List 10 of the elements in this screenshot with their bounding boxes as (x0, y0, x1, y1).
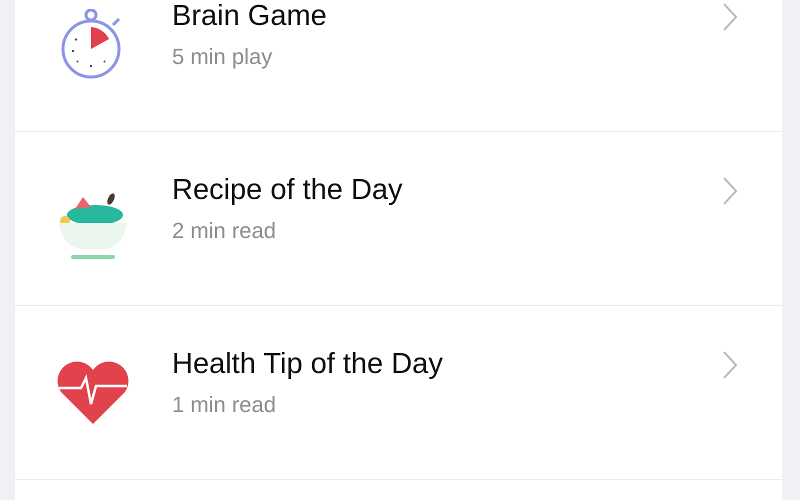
item-title: Brain Game (172, 0, 328, 32)
item-duration: 5 min play (172, 44, 274, 70)
heartbeat-icon (54, 360, 130, 426)
item-duration: 1 min read (172, 392, 277, 418)
chevron-right-icon[interactable] (722, 350, 738, 380)
chevron-right-icon[interactable] (722, 176, 738, 206)
item-duration: 2 min read (172, 218, 277, 244)
item-title: Recipe of the Day (172, 174, 404, 206)
item-title: Health Tip of the Day (172, 348, 444, 380)
chevron-right-icon[interactable] (722, 2, 738, 32)
